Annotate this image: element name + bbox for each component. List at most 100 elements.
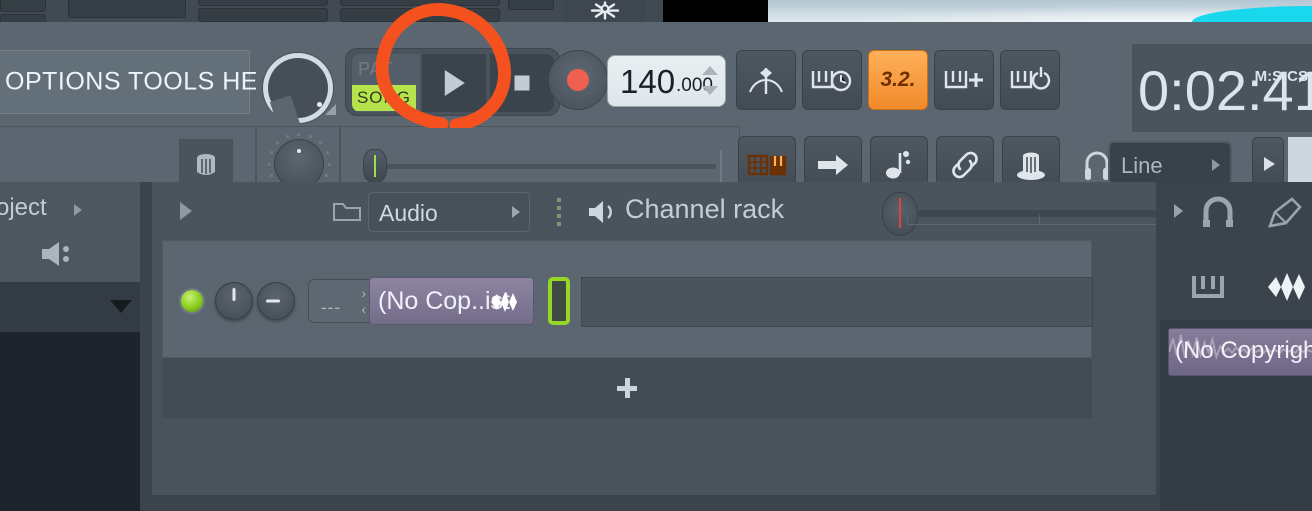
step-edit-button[interactable] (934, 50, 994, 110)
sliver-button[interactable] (0, 0, 46, 12)
browser-search-row[interactable] (0, 282, 140, 332)
pattern-song-toggle[interactable]: PAT SONG (352, 54, 420, 112)
waveform-icon[interactable] (1268, 270, 1312, 304)
pencil-draw-icon[interactable] (1266, 196, 1304, 230)
menu-bar-labels[interactable]: OPTIONS TOOLS HELP (5, 68, 290, 97)
collapse-caret-icon[interactable] (180, 202, 192, 220)
audio-folder-label[interactable]: Audio (379, 200, 438, 227)
swing-slider-track[interactable] (917, 210, 1172, 217)
song-label[interactable]: SONG (352, 85, 416, 111)
arrow-right-icon (818, 155, 848, 175)
panel-divider[interactable] (140, 182, 152, 511)
master-slider-track[interactable] (376, 150, 722, 183)
metronome-icon (749, 68, 783, 94)
record-icon (567, 69, 589, 91)
knob-icon (1017, 152, 1045, 180)
wait-for-input-button[interactable] (802, 50, 862, 110)
main-toolbar: OPTIONS TOOLS HELP PAT SONG 140 .000 3.2… (0, 22, 1312, 204)
keyboard-loop-icon (1010, 67, 1051, 90)
transport-controls: PAT SONG (345, 48, 560, 116)
speaker-icon[interactable] (587, 198, 617, 226)
line-select[interactable]: Line (1108, 141, 1232, 185)
channel-name-button[interactable]: (No Cop..ist (369, 277, 534, 325)
add-channel-icon[interactable] (617, 378, 637, 398)
sliver-button[interactable] (68, 0, 186, 18)
channel-pan-knob[interactable] (257, 282, 295, 320)
keyboard-clock-icon (811, 70, 852, 92)
channel-volume-knob[interactable] (215, 282, 253, 320)
master-slider-handle[interactable] (363, 149, 387, 183)
step-sequencer-grid[interactable] (581, 277, 1093, 327)
tempo-decrement-icon[interactable] (702, 86, 718, 95)
add-channel-area[interactable] (162, 358, 1092, 418)
count-in-button[interactable]: 3.2. (868, 50, 928, 110)
headphone-icon (1085, 151, 1109, 180)
channel-level-meter (548, 277, 570, 325)
tempo-field[interactable]: 140 .000 (607, 55, 726, 107)
mixer-next-icon[interactable]: › (361, 285, 366, 301)
knob-indicator (232, 288, 236, 301)
metronome-button[interactable] (736, 50, 796, 110)
sliver-button[interactable] (508, 0, 554, 10)
browser-header[interactable]: roject (0, 182, 140, 282)
chevron-down-icon[interactable] (110, 300, 132, 313)
master-volume-cell[interactable] (256, 44, 340, 132)
channel-enable-led[interactable] (181, 290, 203, 312)
keyboard-icon[interactable] (1190, 270, 1228, 304)
browser-panel: roject (0, 182, 140, 511)
audio-folder-select[interactable]: Audio (368, 192, 530, 232)
tempo-whole[interactable]: 140 (620, 63, 675, 101)
record-button[interactable] (548, 50, 608, 110)
chevron-right-icon (512, 206, 520, 218)
playlist-collapse-icon[interactable] (1174, 204, 1183, 218)
sliver-button[interactable] (340, 0, 500, 6)
browser-tree[interactable] (0, 332, 140, 511)
play-button[interactable] (422, 54, 488, 112)
knob-indicator (266, 299, 280, 303)
black-gap (663, 0, 768, 22)
stop-button[interactable] (490, 54, 554, 112)
sliver-button[interactable] (198, 8, 328, 22)
chevron-right-icon (1212, 159, 1220, 171)
mixer-insert-select[interactable]: --- › ‹ (308, 279, 374, 323)
stop-icon (514, 75, 530, 91)
tempo-increment-icon[interactable] (702, 66, 718, 75)
sparkle-button[interactable] (564, 0, 646, 22)
sky-artwork (768, 0, 1312, 22)
waveform-icon (491, 292, 517, 312)
sliver-button[interactable] (340, 8, 500, 22)
channel-rack-titlebar[interactable]: Audio Channel rack (152, 182, 1283, 240)
channel-row: --- › ‹ (No Cop..ist (162, 240, 1093, 358)
browser-title: roject (0, 194, 47, 221)
audio-clip-label: (No Copyright (1175, 337, 1312, 364)
note-icon (886, 151, 911, 179)
swing-tick-row (907, 215, 1172, 225)
master-volume-knob[interactable] (268, 58, 328, 131)
time-unit-label: M:S:CS (1254, 68, 1308, 85)
menu-bar[interactable]: OPTIONS TOOLS HELP (0, 50, 289, 114)
line-select-value[interactable]: Line (1121, 153, 1163, 179)
speaker-icon[interactable] (38, 238, 78, 270)
mixer-insert-value[interactable]: --- (321, 298, 341, 318)
drag-dots[interactable] (557, 198, 561, 226)
chevron-right-icon[interactable] (74, 204, 82, 216)
knob-corner-triangle (325, 104, 336, 115)
count-in-label: 3.2. (880, 68, 916, 91)
folder-icon[interactable] (332, 199, 362, 223)
swing-knob[interactable] (882, 192, 918, 236)
loop-record-button[interactable] (1000, 50, 1060, 110)
magnet-snap-icon[interactable] (1200, 196, 1236, 230)
mixer-prev-icon[interactable]: ‹ (361, 301, 366, 317)
playlist-track-area[interactable]: (No Copyright (1160, 320, 1312, 511)
sliver-button[interactable] (198, 0, 328, 6)
time-display[interactable]: 0:02:41 M:S:CS (1132, 44, 1312, 132)
pattern-label[interactable]: PAT (358, 59, 418, 80)
grid-piano-icon (747, 154, 787, 176)
keyboard-plus-icon (944, 71, 983, 89)
audio-clip[interactable]: (No Copyright (1168, 328, 1312, 376)
sparkle-icon (590, 1, 620, 20)
link-icon (952, 151, 978, 179)
slider-end-mark (720, 150, 722, 183)
play-triangle-icon (1264, 157, 1275, 171)
workspace: roject Audio (0, 182, 1312, 511)
